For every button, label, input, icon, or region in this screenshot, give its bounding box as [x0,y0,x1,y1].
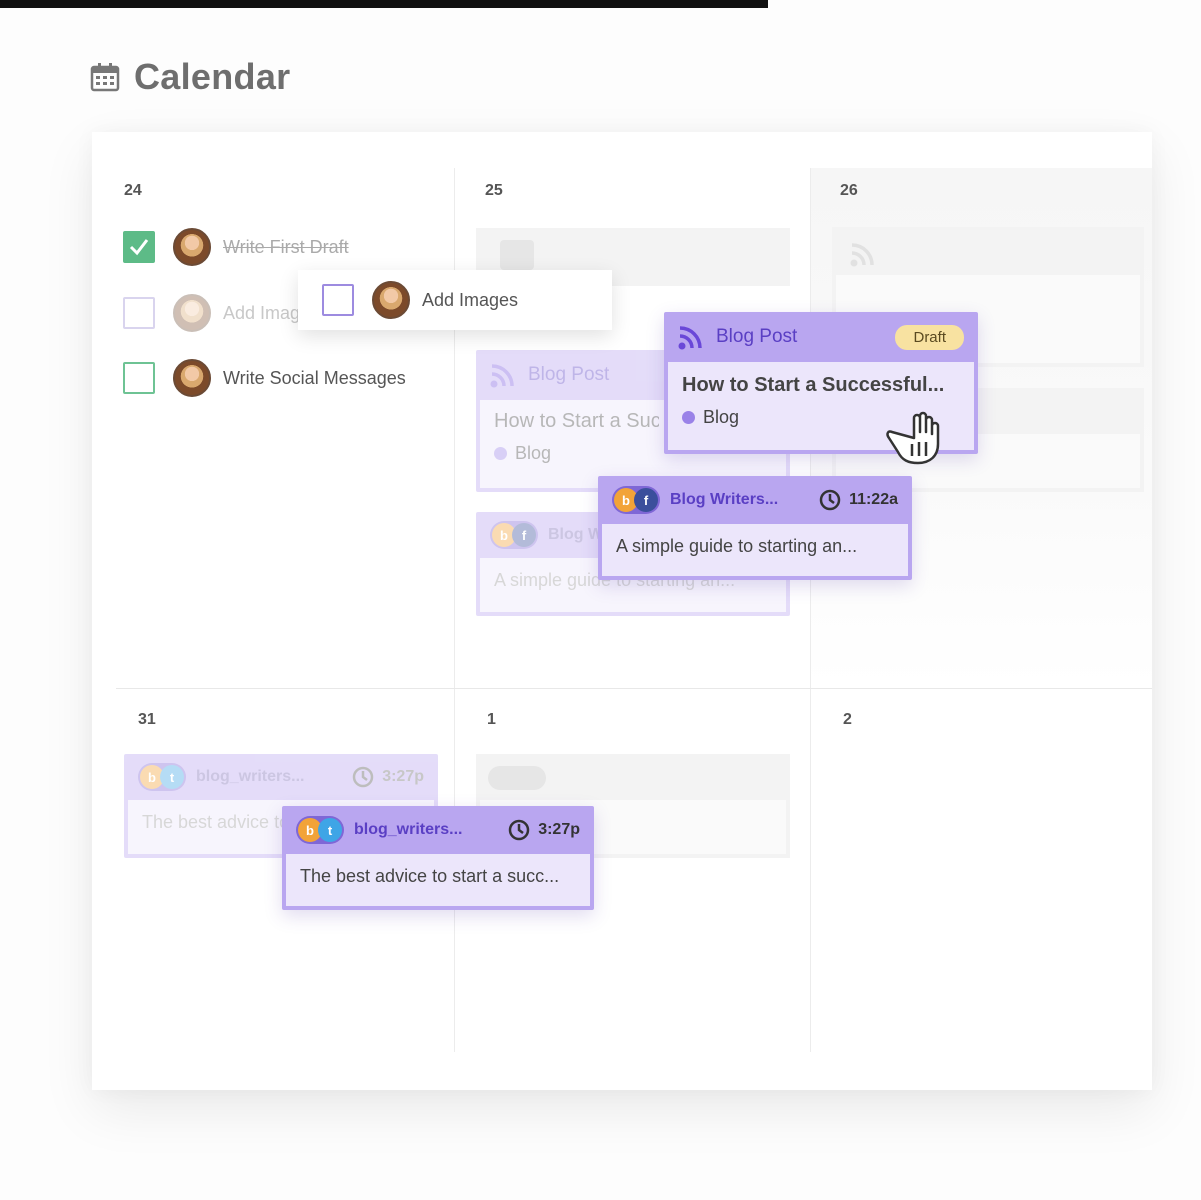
task-label: Write Social Messages [223,367,406,388]
social-network-icons: b f [612,486,660,514]
rss-icon [490,364,514,388]
avatar [173,228,211,266]
post-title: How to Start a Successful... [494,410,659,432]
rss-icon [678,326,702,350]
avatar [173,294,211,332]
post-snippet: The best advice to start a succ... [300,866,560,886]
post-category: Blog [515,443,552,463]
calendar-page: Calendar 24 25 26 31 1 2 Write First Dra… [0,0,1201,1200]
card-type-label: Blog Post [528,364,610,385]
social-account: blog_writers... [354,821,463,838]
rss-icon [850,243,874,267]
post-snippet: The best advice to start a succ... [142,812,282,832]
post-title: How to Start a Successful... [682,374,945,396]
task-checkbox[interactable] [123,362,155,394]
page-header: Calendar [90,56,290,98]
avatar [173,359,211,397]
social-post-card[interactable]: b f Blog Writers... 11:22a A simple guid… [598,476,912,580]
task-label: Add Images [422,289,519,310]
checkmark-icon [129,239,149,256]
task-item[interactable]: Write Social Messages [123,359,406,397]
category-dot [682,411,695,424]
clock-icon [819,489,841,511]
avatar [372,281,410,319]
task-checkbox[interactable] [322,284,354,316]
grab-cursor-icon [886,411,940,465]
task-checkbox [123,297,155,329]
card-type-label: Blog Post [716,326,798,347]
task-item[interactable]: Write First Draft [123,228,349,266]
post-time: 11:22a [849,491,898,508]
day-number-24[interactable]: 24 [124,182,142,200]
task-item-placeholder: Add Images [123,294,319,332]
post-time: 3:27p [382,768,424,785]
post-time: 3:27p [538,821,580,838]
day-number-31[interactable]: 31 [138,711,156,729]
day-number-1[interactable]: 1 [487,711,496,729]
top-bar [0,0,768,8]
social-network-icons: b t [296,816,344,844]
clock-icon [352,766,374,788]
calendar-icon [90,63,120,92]
post-category: Blog [703,407,740,427]
column-divider [810,168,811,1052]
social-post-card[interactable]: b t blog_writers... 3:27p The best advic… [282,806,594,910]
week-divider [116,688,1152,689]
social-account: Blog Writers... [670,491,779,508]
day-number-25[interactable]: 25 [485,182,503,200]
twitter-icon: t [318,818,342,842]
status-badge: Draft [895,324,964,350]
post-snippet: A simple guide to starting an... [616,536,858,556]
dragged-task[interactable]: Add Images [298,270,612,330]
task-checkbox-checked[interactable] [123,231,155,263]
clock-icon [508,819,530,841]
social-account: blog_writers... [196,768,305,785]
task-label: Write First Draft [223,236,349,257]
page-title: Calendar [134,56,291,97]
day-number-2[interactable]: 2 [843,711,852,729]
calendar-grid: 24 25 26 31 1 2 Write First Draft Add Im… [92,132,1152,1090]
day-number-26[interactable]: 26 [840,182,858,200]
facebook-icon: f [634,488,658,512]
